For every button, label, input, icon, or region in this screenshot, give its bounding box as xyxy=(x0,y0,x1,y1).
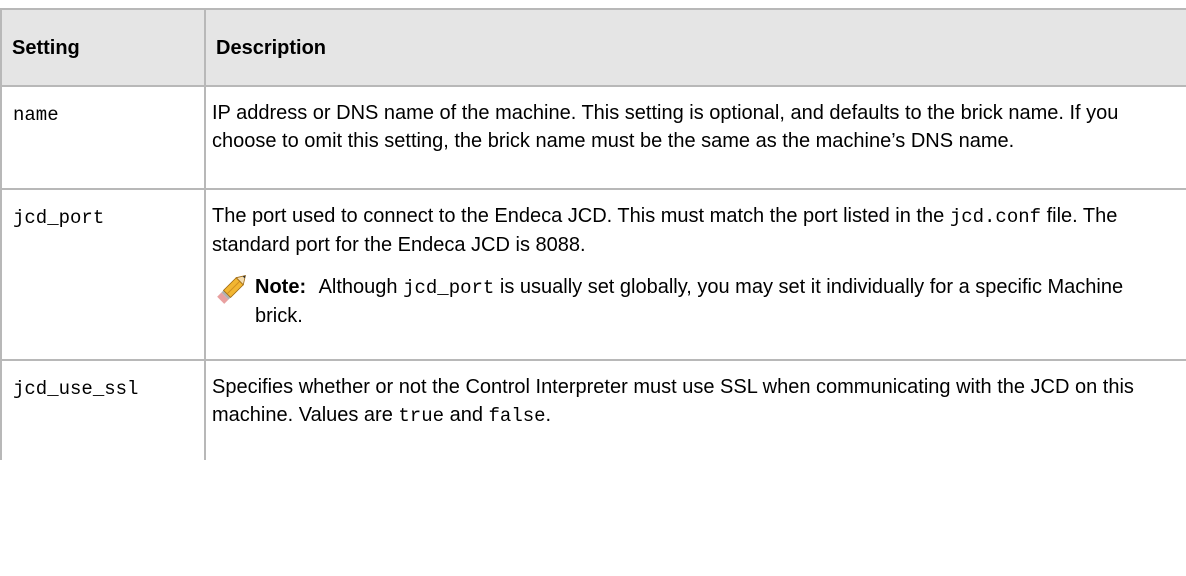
description-text: and xyxy=(449,404,483,426)
note-label: Note: xyxy=(255,276,307,298)
pencil-icon xyxy=(217,275,246,304)
description-cell: Specifies whether or not the Control Int… xyxy=(204,359,1186,460)
inline-code: false xyxy=(488,405,546,427)
note-block: Note: Although jcd_port is usually set g… xyxy=(212,273,1175,330)
inline-code: true xyxy=(398,405,445,427)
setting-cell: jcd_port xyxy=(0,188,206,361)
table-row: jcd_use_ssl Specifies whether or not the… xyxy=(0,359,1186,460)
description-text: . xyxy=(545,404,552,426)
inline-code: jcd.conf xyxy=(949,206,1042,228)
note-text: Although xyxy=(318,276,398,298)
description-text: The port used to connect to the Endeca J… xyxy=(212,205,945,227)
description-cell: The port used to connect to the Endeca J… xyxy=(204,188,1186,361)
description-cell: IP address or DNS name of the machine. T… xyxy=(204,85,1186,190)
inline-code: jcd_port xyxy=(403,277,495,299)
setting-cell: jcd_use_ssl xyxy=(0,359,206,460)
setting-cell: name xyxy=(0,85,206,190)
column-header-setting: Setting xyxy=(0,8,206,87)
table-row: name IP address or DNS name of the machi… xyxy=(0,85,1186,190)
table-row: jcd_port The port used to connect to the… xyxy=(0,188,1186,361)
description-text: Specifies whether or not the Control Int… xyxy=(212,376,1134,426)
settings-table: Setting Description name IP address or D… xyxy=(0,8,1186,460)
table-header-row: Setting Description xyxy=(0,8,1186,87)
column-header-description: Description xyxy=(204,8,1186,87)
